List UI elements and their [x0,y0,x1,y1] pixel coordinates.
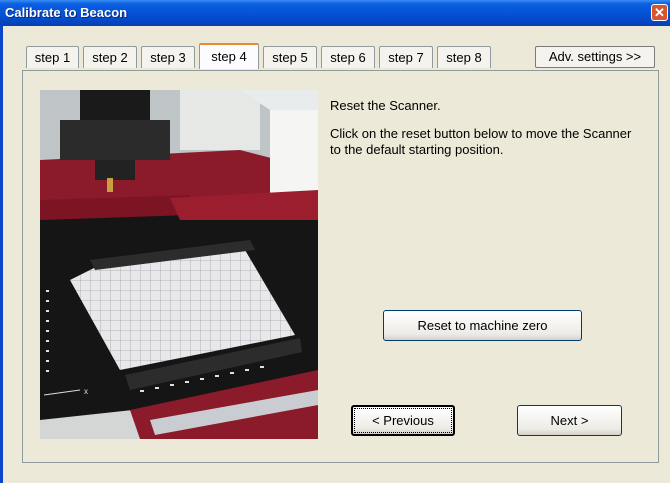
tab-step-7[interactable]: step 7 [379,46,433,68]
next-button[interactable]: Next > [517,405,622,436]
reset-to-machine-zero-button[interactable]: Reset to machine zero [383,310,582,341]
close-icon: ✕ [654,5,665,20]
tab-step-3[interactable]: step 3 [141,46,195,68]
close-button[interactable]: ✕ [651,4,668,21]
tab-step-5[interactable]: step 5 [263,46,317,68]
tab-step-4[interactable]: step 4 [199,43,259,69]
window-frame [0,26,3,483]
window-title: Calibrate to Beacon [5,5,128,20]
title-bar[interactable]: Calibrate to Beacon ✕ [0,0,670,26]
calibrate-dialog: Calibrate to Beacon ✕ step 1 step 2 step… [0,0,670,483]
adv-settings-button[interactable]: Adv. settings >> [535,46,655,68]
scanner-photo: x [40,90,318,439]
step-description: Click on the reset button below to move … [330,126,632,157]
tab-step-2[interactable]: step 2 [83,46,137,68]
x-axis-label: x [84,387,88,396]
previous-button[interactable]: < Previous [351,405,455,436]
tab-step-6[interactable]: step 6 [321,46,375,68]
tab-step-1[interactable]: step 1 [26,46,79,68]
step-heading: Reset the Scanner. [330,98,441,113]
tab-step-8[interactable]: step 8 [437,46,491,68]
